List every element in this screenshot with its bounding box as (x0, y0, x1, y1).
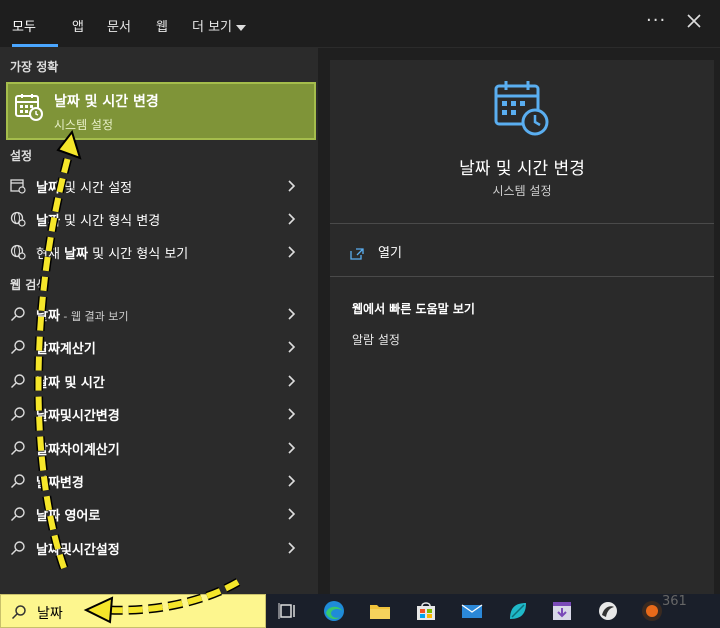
search-icon (11, 340, 25, 355)
web-search-item[interactable]: 날짜 - 웹 결과 보기 (0, 297, 318, 330)
divider (330, 223, 714, 224)
web-help-link[interactable]: 알람 설정 (352, 331, 400, 348)
web-search-item[interactable]: 날짜계산기 (0, 330, 318, 363)
calendar-settings-icon (10, 179, 26, 194)
chevron-right-icon (288, 508, 296, 520)
chevron-right-icon (288, 213, 296, 225)
settings-item-label: 날짜 및 시간 형식 변경 (36, 214, 161, 229)
best-match-heading: 가장 정확 (10, 60, 59, 74)
preview-title: 날짜 및 시간 변경 (459, 159, 585, 179)
divider (330, 276, 714, 277)
search-icon (11, 605, 26, 620)
app-icon[interactable] (640, 599, 664, 623)
web-search-item-label: 날짜및시간설정 (36, 542, 120, 558)
results-list: 가장 정확 날짜 및 시간 변경 시스템 설정 설정 날짜 및 시간 설정 날짜… (0, 48, 318, 594)
settings-item[interactable]: 날짜 및 시간 형식 변경 (0, 202, 318, 235)
chevron-right-icon (288, 375, 296, 387)
web-search-item-label: 날짜계산기 (36, 342, 96, 358)
tab-more[interactable]: 더 보기 (192, 16, 247, 35)
app-icon[interactable] (506, 599, 530, 623)
chevron-right-icon (288, 341, 296, 353)
settings-item[interactable]: 날짜 및 시간 설정 (0, 169, 318, 202)
web-search-item[interactable]: 날짜차이계산기 (0, 431, 318, 464)
chevron-right-icon (288, 246, 296, 258)
open-label: 열기 (378, 246, 402, 261)
mail-icon[interactable] (460, 599, 484, 623)
search-icon (11, 440, 25, 455)
search-input-value: 날짜 (37, 606, 63, 622)
settings-item-label: 날짜 및 시간 설정 (36, 181, 133, 196)
open-action[interactable]: 열기 (350, 242, 402, 261)
web-search-item[interactable]: 날짜및시간설정 (0, 531, 318, 564)
search-icon (11, 407, 25, 422)
web-search-heading: 웹 검색 (10, 278, 48, 292)
tab-documents[interactable]: 문서 (107, 16, 131, 35)
chevron-right-icon (288, 542, 296, 554)
chevron-right-icon (288, 475, 296, 487)
web-search-item-label: 날짜 및 시간 (36, 375, 105, 391)
web-search-item[interactable]: 날짜변경 (0, 464, 318, 497)
tab-more-label: 더 보기 (192, 20, 233, 35)
web-help-title: 웹에서 빠른 도움말 보기 (352, 302, 475, 316)
chevron-down-icon (236, 24, 247, 31)
tray-text: 361 (662, 594, 687, 609)
web-search-item-label: 날짜 영어로 (36, 509, 101, 525)
search-icon (11, 374, 25, 388)
web-search-item-label: 날짜변경 (36, 476, 84, 491)
open-external-icon (350, 247, 364, 260)
more-options-icon[interactable]: ··· (646, 10, 666, 31)
store-icon[interactable] (414, 599, 438, 623)
search-filter-bar: 모두 앱 문서 웹 더 보기 ··· (0, 0, 720, 48)
calendar-clock-icon (494, 81, 549, 136)
web-search-item-label: 날짜 - 웹 결과 보기 (36, 309, 129, 324)
web-search-item[interactable]: 날짜및시간변경 (0, 397, 318, 430)
web-search-item[interactable]: 날짜 및 시간 (0, 364, 318, 397)
chevron-right-icon (288, 408, 296, 420)
search-icon (11, 474, 25, 488)
taskbar-search-box[interactable]: 날짜 (0, 594, 266, 628)
chevron-right-icon (288, 180, 296, 192)
globe-clock-icon (10, 244, 26, 260)
preview-panel: 날짜 및 시간 변경 시스템 설정 열기 웹에서 빠른 도움말 보기 알람 설정 (330, 60, 714, 594)
search-icon (11, 307, 25, 321)
search-icon (11, 541, 25, 555)
chevron-right-icon (288, 442, 296, 454)
settings-item-label: 현재 날짜 및 시간 형식 보기 (36, 247, 189, 262)
active-tab-indicator (12, 44, 58, 47)
settings-item[interactable]: 현재 날짜 및 시간 형식 보기 (0, 235, 318, 268)
globe-clock-icon (10, 211, 26, 227)
edge-browser-icon[interactable] (322, 599, 346, 623)
preview-subtitle: 시스템 설정 (492, 184, 552, 198)
best-match-item[interactable]: 날짜 및 시간 변경 시스템 설정 (6, 82, 316, 140)
tab-apps[interactable]: 앱 (72, 16, 84, 35)
tab-web[interactable]: 웹 (156, 16, 168, 35)
settings-heading: 설정 (10, 149, 33, 163)
taskbar: 날짜 361 (0, 594, 720, 628)
tab-all[interactable]: 모두 (12, 16, 36, 35)
chevron-right-icon (288, 308, 296, 320)
calendar-clock-icon (15, 94, 43, 121)
web-search-item[interactable]: 날짜 영어로 (0, 497, 318, 530)
best-match-title: 날짜 및 시간 변경 (54, 94, 159, 110)
installer-icon[interactable] (550, 599, 574, 623)
web-search-item-label: 날짜차이계산기 (36, 442, 120, 458)
close-icon[interactable] (684, 11, 704, 31)
task-view-icon[interactable] (276, 599, 300, 623)
app-icon[interactable] (596, 599, 620, 623)
file-explorer-icon[interactable] (368, 599, 392, 623)
search-icon (11, 507, 25, 522)
best-match-subtitle: 시스템 설정 (54, 118, 114, 132)
web-search-item-label: 날짜및시간변경 (36, 409, 120, 425)
